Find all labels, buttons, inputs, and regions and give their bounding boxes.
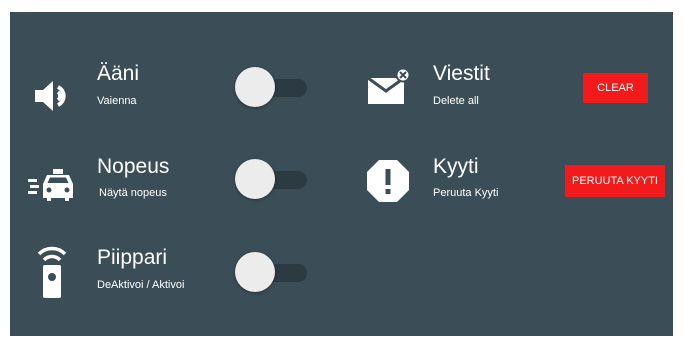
speed-subtitle: Näytä nopeus [99, 187, 167, 199]
toggle-thumb [235, 159, 275, 199]
cancel-ride-button[interactable]: PERUUTA KYYTI [565, 165, 665, 197]
alert-octagon-icon [365, 158, 411, 204]
speed-toggle[interactable] [235, 159, 307, 199]
ride-subtitle: Peruuta Kyyti [433, 187, 499, 199]
beeper-icon [36, 244, 68, 300]
taxi-icon [28, 164, 78, 204]
ride-setting: Kyyti Peruuta Kyyti PERUUTA KYYTI [10, 12, 673, 202]
ride-title: Kyyti [433, 155, 479, 178]
speed-title: Nopeus [97, 155, 170, 178]
beeper-title: Piippari [97, 246, 168, 269]
toggle-thumb [235, 252, 275, 292]
beeper-subtitle: DeAktivoi / Aktivoi [97, 279, 185, 291]
beeper-toggle[interactable] [235, 252, 307, 292]
settings-panel: Ääni Vaienna Nopeus Näytä nopeus Piippar… [10, 12, 673, 336]
